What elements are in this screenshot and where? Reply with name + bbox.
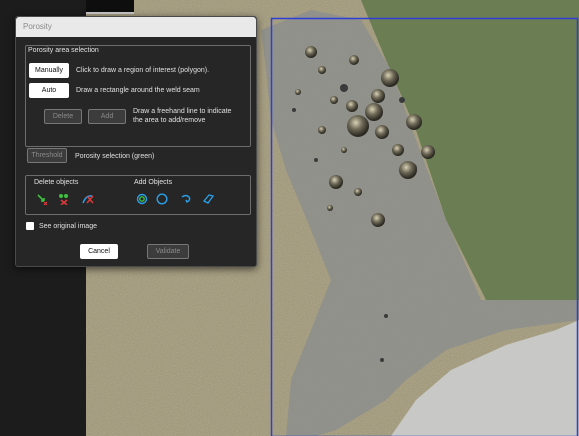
- freehand-description-line1: Draw a freehand line to indicate: [133, 108, 232, 115]
- auto-button[interactable]: Auto: [29, 83, 69, 98]
- polygon-add-icon[interactable]: [202, 193, 214, 205]
- circle-add-icon[interactable]: [156, 193, 168, 205]
- delete-objects-title: Delete objects: [34, 179, 79, 186]
- manual-description: Click to draw a region of interest (poly…: [76, 67, 210, 74]
- image-tab[interactable]: [86, 0, 134, 14]
- add-area-button[interactable]: Add: [88, 109, 126, 124]
- cancel-button[interactable]: Cancel: [80, 244, 118, 259]
- freehand-add-icon[interactable]: [180, 193, 192, 205]
- area-selection-title: Porosity area selection: [28, 47, 99, 54]
- threshold-description: Porosity selection (green): [75, 153, 155, 160]
- auto-description: Draw a rectangle around the weld seam: [76, 87, 200, 94]
- area-delete-icon[interactable]: [58, 193, 70, 205]
- delete-area-button[interactable]: Delete: [44, 109, 82, 124]
- add-objects-title: Add Objects: [134, 179, 173, 186]
- see-original-checkbox[interactable]: [26, 222, 34, 230]
- validate-button[interactable]: Validate: [147, 244, 189, 259]
- porosity-dialog: Porosity Porosity area selection Manuall…: [15, 16, 257, 267]
- manual-button[interactable]: Manually: [29, 63, 69, 78]
- lasso-add-icon[interactable]: [136, 193, 148, 205]
- dialog-title: Porosity: [16, 17, 256, 37]
- see-original-label: See original image: [39, 223, 97, 230]
- point-delete-icon[interactable]: [36, 193, 48, 205]
- threshold-button[interactable]: Threshold: [27, 148, 67, 163]
- freehand-description-line2: the area to add/remove: [133, 117, 206, 124]
- brush-delete-icon[interactable]: [82, 193, 94, 205]
